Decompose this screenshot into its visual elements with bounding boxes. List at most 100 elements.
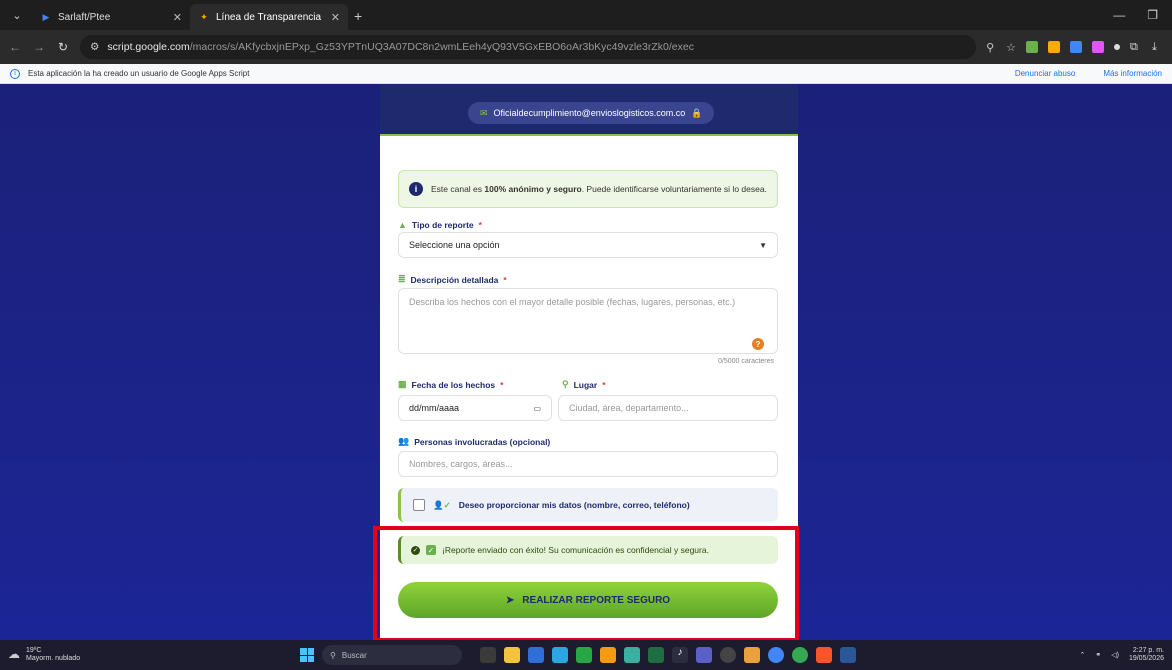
app-icon[interactable] [720, 647, 736, 663]
tab-search-icon[interactable]: ⌄ [6, 4, 28, 26]
app-icon[interactable] [600, 647, 616, 663]
page-background: ✉ Oficialdecumplimiento@envioslogisticos… [0, 84, 1172, 640]
taskbar-center: ⚲ Buscar ♪ [300, 640, 856, 670]
envelope-icon: ✉ [480, 107, 488, 118]
char-counter: 0/5000 caracteres [718, 358, 775, 365]
chrome-icon[interactable] [768, 647, 784, 663]
app-icon[interactable] [528, 647, 544, 663]
submit-report-button[interactable]: ➤ REALIZAR REPORTE SEGURO [398, 582, 778, 618]
calendar-icon: ▦ [398, 379, 407, 389]
omnibox-actions: ⚲ ☆ [986, 41, 1016, 54]
taskbar-search[interactable]: ⚲ Buscar [322, 645, 462, 665]
app-icon[interactable] [744, 647, 760, 663]
brave-icon[interactable] [816, 647, 832, 663]
location-input[interactable]: Ciudad, área, departamento... [558, 395, 778, 421]
url-host: script.google.com [107, 41, 190, 53]
app-icon[interactable]: ♪ [672, 647, 688, 663]
close-icon[interactable]: ✕ [331, 11, 340, 24]
check-circle-icon: ✓ [411, 545, 420, 555]
url-input[interactable]: ⚙ script.google.com/macros/s/AKfycbxjnEP… [80, 35, 977, 59]
browser-tab-bar: ⌄ ▶ Sarlaft/Ptee ✕ ✦ Línea de Transparen… [0, 0, 1172, 30]
info-icon: i [409, 182, 423, 196]
app-icon[interactable] [576, 647, 592, 663]
help-icon[interactable]: ? [752, 338, 764, 350]
anonymity-notice: i Este canal es 100% anónimo y seguro. P… [398, 170, 778, 208]
teams-icon[interactable] [696, 647, 712, 663]
puzzle-icon[interactable]: ⧉ [1130, 41, 1142, 53]
volume-icon[interactable]: ◁) [1111, 651, 1119, 659]
zoom-icon[interactable]: ⚲ [986, 41, 994, 54]
description-textarea[interactable]: Describa los hechos con el mayor detalle… [398, 288, 778, 354]
contact-email: Oficialdecumplimiento@envioslogisticos.c… [493, 108, 686, 118]
search-icon: ⚲ [330, 650, 336, 660]
provide-data-option[interactable]: 👤✓ Deseo proporcionar mis datos (nombre,… [398, 488, 778, 522]
email-pill: ✉ Oficialdecumplimiento@envioslogisticos… [468, 102, 715, 124]
excel-icon[interactable] [648, 647, 664, 663]
cloud-icon: ☁ [8, 647, 20, 662]
infobar-text: Esta aplicación la ha creado un usuario … [28, 69, 250, 78]
site-info-icon[interactable]: ⚙ [90, 41, 99, 53]
calendar-picker-icon[interactable]: ▭ [533, 404, 541, 413]
word-icon[interactable] [840, 647, 856, 663]
drive-icon[interactable] [1048, 41, 1060, 53]
description-label: ≣ Descripción detallada * [398, 274, 507, 285]
network-icon[interactable]: ⚭ [1095, 651, 1101, 659]
warning-icon: ▲ [398, 220, 407, 230]
pinned-apps: ♪ [480, 647, 856, 663]
report-form-card: ✉ Oficialdecumplimiento@envioslogisticos… [380, 84, 798, 640]
reload-icon[interactable]: ↻ [56, 40, 70, 54]
lock-icon: 🔒 [691, 107, 703, 118]
chevron-up-icon[interactable]: ⌃ [1079, 651, 1085, 659]
system-tray: ⌃ ⚭ ◁) 2:27 p. m. 19/05/2026 [1079, 640, 1164, 670]
chevron-down-icon: ▼ [759, 240, 767, 250]
users-icon: 👥 [398, 436, 410, 446]
extension-icon[interactable] [1070, 41, 1082, 53]
tab-title: Sarlaft/Ptee [58, 11, 111, 23]
close-icon[interactable]: ✕ [173, 11, 182, 24]
new-tab-button[interactable]: + [354, 8, 362, 24]
forward-icon[interactable]: → [32, 40, 46, 54]
more-info-link[interactable]: Más información [1103, 69, 1162, 78]
provide-data-checkbox[interactable] [413, 499, 425, 511]
restore-icon[interactable]: ❐ [1147, 8, 1158, 22]
paper-plane-icon: ➤ [505, 594, 515, 606]
extension-icon[interactable] [1026, 41, 1038, 53]
apps-script-icon: ✦ [200, 11, 208, 22]
app-icon[interactable] [624, 647, 640, 663]
windows-taskbar: ☁ 19ºC Mayorm. nublado ⚲ Buscar ♪ ⌃ ⚭ ◁)… [0, 640, 1172, 670]
record-icon[interactable] [1114, 44, 1120, 50]
info-icon: i [10, 68, 20, 79]
apps-script-infobar: i Esta aplicación la ha creado un usuari… [0, 64, 1172, 84]
checkbox-checked-icon: ✓ [426, 545, 436, 555]
back-icon[interactable]: ← [8, 40, 22, 54]
tab-sarlaft[interactable]: ▶ Sarlaft/Ptee ✕ [32, 4, 190, 30]
report-type-select[interactable]: Seleccione una opción ▼ [398, 232, 778, 258]
success-alert: ✓ ✓ ¡Reporte enviado con éxito! Su comun… [398, 536, 778, 564]
form-header: ✉ Oficialdecumplimiento@envioslogisticos… [380, 84, 798, 136]
tab-title: Línea de Transparencia [216, 11, 322, 23]
file-explorer-icon[interactable] [504, 647, 520, 663]
tab-linea-transparencia[interactable]: ✦ Línea de Transparencia ✕ [190, 4, 348, 30]
user-check-icon: 👤✓ [433, 499, 451, 510]
people-input[interactable]: Nombres, cargos, áreas... [398, 451, 778, 477]
date-label: ▦ Fecha de los hechos * [398, 379, 504, 390]
window-controls: — ❐ [1113, 0, 1172, 30]
chrome-icon[interactable] [792, 647, 808, 663]
report-type-label: ▲ Tipo de reporte * [398, 220, 482, 230]
report-abuse-link[interactable]: Denunciar abuso [1015, 69, 1075, 78]
url-path: /macros/s/AKfycbxjnEPxp_Gz53YPTnUQ3A07DC… [189, 41, 694, 53]
weather-widget[interactable]: ☁ 19ºC Mayorm. nublado [0, 647, 120, 662]
address-bar: ← → ↻ ⚙ script.google.com/macros/s/AKfyc… [0, 30, 1172, 64]
minimize-icon[interactable]: — [1113, 8, 1125, 22]
extension-icon[interactable] [1092, 41, 1104, 53]
app-icon[interactable] [552, 647, 568, 663]
people-label: 👥 Personas involucradas (opcional) [398, 436, 551, 447]
play-icon: ▶ [42, 11, 50, 22]
clock[interactable]: 2:27 p. m. 19/05/2026 [1129, 647, 1164, 664]
bookmark-star-icon[interactable]: ☆ [1006, 41, 1016, 54]
app-icon[interactable] [480, 647, 496, 663]
align-left-icon: ≣ [398, 274, 406, 284]
date-input[interactable]: dd/mm/aaaa ▭ [398, 395, 552, 421]
download-icon[interactable]: ⤓ [1152, 41, 1164, 53]
windows-start-icon[interactable] [300, 648, 314, 662]
